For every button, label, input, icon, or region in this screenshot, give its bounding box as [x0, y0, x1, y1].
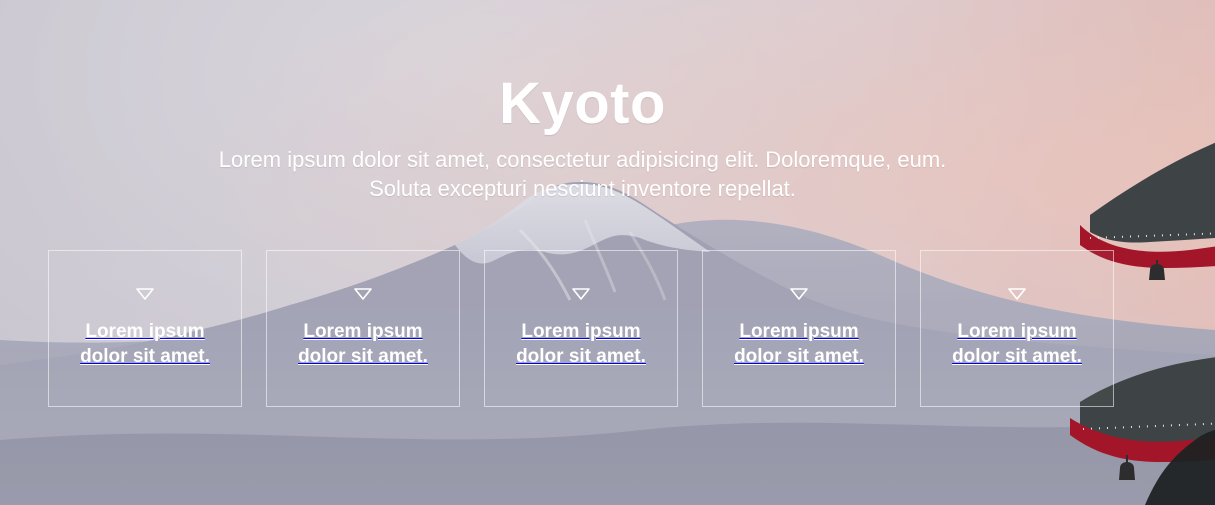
triangle-down-outline-icon: [572, 288, 590, 300]
feature-card-3[interactable]: Lorem ipsum dolor sit amet.: [484, 250, 678, 407]
feature-card-label-line-1: Lorem ipsum: [739, 321, 859, 342]
feature-card-label-line-1: Lorem ipsum: [957, 321, 1077, 342]
feature-card-label-line-2: dolor sit amet.: [952, 346, 1082, 367]
feature-card-2[interactable]: Lorem ipsum dolor sit amet.: [266, 250, 460, 407]
feature-card-link[interactable]: Lorem ipsum dolor sit amet.: [61, 319, 229, 369]
hero-subtitle: Lorem ipsum dolor sit amet, consectetur …: [150, 145, 1015, 203]
page-title: Kyoto: [499, 71, 666, 136]
feature-card-label-line-1: Lorem ipsum: [303, 321, 423, 342]
feature-card-label-line-2: dolor sit amet.: [734, 346, 864, 367]
feature-card-link[interactable]: Lorem ipsum dolor sit amet.: [933, 319, 1101, 369]
feature-card-label-line-2: dolor sit amet.: [516, 346, 646, 367]
feature-cards: Lorem ipsum dolor sit amet. Lorem ipsum …: [48, 250, 1118, 407]
hero-subtitle-line-1: Lorem ipsum dolor sit amet, consectetur …: [218, 147, 947, 172]
triangle-down-outline-icon: [790, 288, 808, 300]
feature-card-label-line-1: Lorem ipsum: [521, 321, 641, 342]
feature-card-4[interactable]: Lorem ipsum dolor sit amet.: [702, 250, 896, 407]
feature-card-1[interactable]: Lorem ipsum dolor sit amet.: [48, 250, 242, 407]
feature-card-5[interactable]: Lorem ipsum dolor sit amet.: [920, 250, 1114, 407]
feature-card-label-line-1: Lorem ipsum: [85, 321, 205, 342]
feature-card-link[interactable]: Lorem ipsum dolor sit amet.: [497, 319, 665, 369]
triangle-down-outline-icon: [354, 288, 372, 300]
feature-card-link[interactable]: Lorem ipsum dolor sit amet.: [279, 319, 447, 369]
triangle-down-outline-icon: [1008, 288, 1026, 300]
feature-card-link[interactable]: Lorem ipsum dolor sit amet.: [715, 319, 883, 369]
hero-section: Kyoto Lorem ipsum dolor sit amet, consec…: [0, 0, 1215, 505]
feature-card-label-line-2: dolor sit amet.: [80, 346, 210, 367]
hero-subtitle-line-2: Soluta excepturi nesciunt inventore repe…: [369, 176, 796, 201]
hero-content: Kyoto Lorem ipsum dolor sit amet, consec…: [0, 0, 1215, 505]
feature-card-label-line-2: dolor sit amet.: [298, 346, 428, 367]
triangle-down-outline-icon: [136, 288, 154, 300]
